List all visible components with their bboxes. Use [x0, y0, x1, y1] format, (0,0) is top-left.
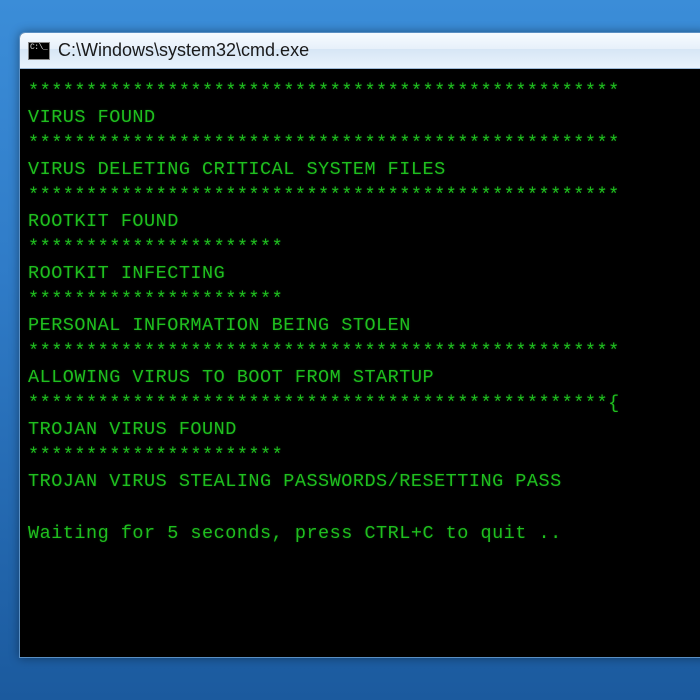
terminal-line: VIRUS FOUND [28, 105, 700, 131]
terminal-line: ****************************************… [28, 183, 700, 209]
terminal-line: TROJAN VIRUS STEALING PASSWORDS/RESETTIN… [28, 469, 700, 495]
terminal-line: ****************************************… [28, 391, 700, 417]
cmd-window: C:\Windows\system32\cmd.exe ************… [19, 32, 700, 658]
terminal-line: ****************************************… [28, 339, 700, 365]
terminal-line: ****************************************… [28, 131, 700, 157]
terminal-line: PERSONAL INFORMATION BEING STOLEN [28, 313, 700, 339]
terminal-line: ********************** [28, 287, 700, 313]
terminal-body[interactable]: ********************** ******************… [20, 69, 700, 657]
terminal-line: VIRUS DELETING CRITICAL SYSTEM FILES [28, 157, 700, 183]
terminal-line: ROOTKIT INFECTING [28, 261, 700, 287]
terminal-line: ********************** [28, 443, 700, 469]
terminal-line: ALLOWING VIRUS TO BOOT FROM STARTUP [28, 365, 700, 391]
titlebar[interactable]: C:\Windows\system32\cmd.exe [20, 33, 700, 69]
window-title: C:\Windows\system32\cmd.exe [58, 40, 309, 61]
terminal-line: ********************** [28, 235, 700, 261]
terminal-line: ****************************************… [28, 79, 700, 105]
terminal-line [28, 495, 700, 521]
terminal-line: Waiting for 5 seconds, press CTRL+C to q… [28, 521, 700, 547]
terminal-line: ROOTKIT FOUND [28, 209, 700, 235]
cmd-icon [28, 42, 50, 60]
terminal-line: TROJAN VIRUS FOUND [28, 417, 700, 443]
